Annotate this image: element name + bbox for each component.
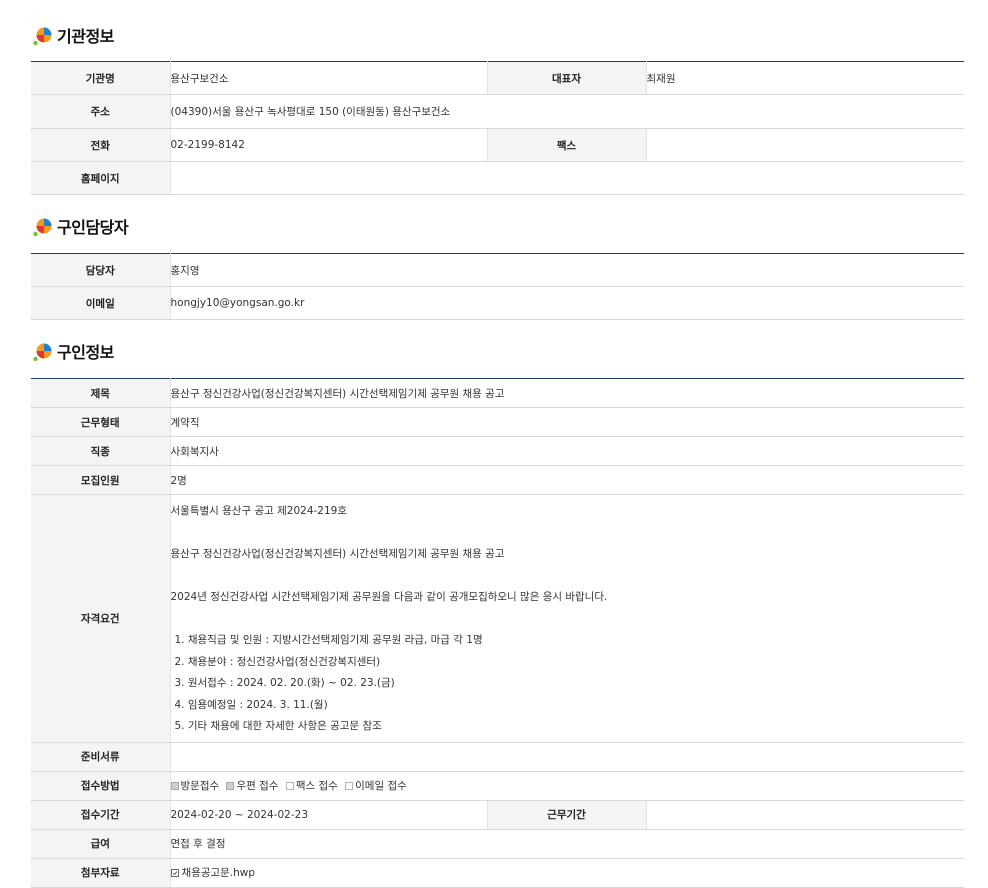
contact-person-label: 담당자 — [31, 253, 171, 287]
table-row: 직종 사회복지사 — [31, 436, 964, 466]
checkbox-checked-icon — [226, 781, 235, 790]
section-bullet-icon — [33, 343, 52, 362]
section-title-agency: 기관정보 — [32, 22, 114, 48]
section-title-text: 구인정보 — [57, 343, 114, 362]
headcount-label: 모집인원 — [31, 465, 171, 495]
required-docs-value — [170, 742, 964, 772]
table-row: 전화 02-2199-8142 팩스 — [31, 128, 964, 162]
list-item: 5. 기타 채용에 대한 자세한 사항은 공고문 참조 — [174, 720, 382, 732]
section-title-contact: 구인담당자 — [32, 213, 129, 239]
table-row: 담당자 홍지영 — [31, 253, 964, 287]
section-bullet-icon — [33, 27, 52, 46]
table-row: 접수기간 2024-02-20 ~ 2024-02-23 근무기간 — [31, 800, 964, 830]
method-label: 팩스 접수 — [295, 780, 338, 792]
notice-number: 서울특별시 용산구 공고 제2024-219호 — [170, 505, 347, 517]
fax-label: 팩스 — [487, 128, 647, 162]
salary-label: 급여 — [31, 829, 171, 859]
list-item: 1. 채용직급 및 인원 : 지방시간선택제임기제 공무원 라급, 마급 각 1… — [174, 634, 483, 646]
method-mail-checkbox[interactable]: 우편 접수 — [226, 778, 278, 793]
section-title-text: 기관정보 — [57, 27, 114, 46]
table-row: 근무형태 계약직 — [31, 407, 964, 437]
email-label: 이메일 — [31, 286, 171, 320]
table-row: 모집인원 2명 — [31, 465, 964, 495]
email-value[interactable]: hongjy10@yongsan.go.kr — [170, 286, 964, 320]
notice-intro: 2024년 정신건강사업 시간선택제임기제 공무원을 다음과 같이 공개모집하오… — [170, 591, 608, 603]
method-fax-checkbox[interactable]: 팩스 접수 — [285, 778, 338, 793]
address-label: 주소 — [31, 94, 171, 129]
table-row: 제목 용산구 정신건강사업(정신건강복지센터) 시간선택제임기제 공무원 채용 … — [31, 378, 964, 408]
job-category-value: 사회복지사 — [170, 436, 964, 466]
section-bullet-icon — [33, 218, 52, 237]
phone-label: 전화 — [31, 128, 171, 162]
headcount-value: 2명 — [170, 465, 964, 495]
attachment-file-link[interactable]: 채용공고문.hwp — [182, 867, 256, 879]
work-period-value — [646, 800, 964, 830]
contact-info-table: 담당자 홍지영 이메일 hongjy10@yongsan.go.kr — [31, 253, 964, 320]
section-title-text: 구인담당자 — [57, 218, 129, 237]
method-label: 이메일 접수 — [355, 780, 407, 792]
checkbox-unchecked-icon — [285, 781, 294, 790]
agency-name-label: 기관명 — [31, 61, 171, 95]
application-method-label: 접수방법 — [31, 771, 171, 801]
list-item: 2. 채용분야 : 정신건강사업(정신건강복지센터) — [174, 655, 381, 668]
file-icon — [170, 869, 179, 877]
table-row: 기관명 용산구보건소 대표자 최재원 — [31, 61, 964, 95]
homepage-label: 홈페이지 — [31, 161, 171, 195]
method-visit-checkbox[interactable]: 방문접수 — [170, 778, 220, 793]
table-row: 접수방법 방문접수 우편 접수 팩스 접수 이메일 접수 — [31, 771, 964, 801]
homepage-value[interactable] — [170, 161, 964, 195]
method-label: 우편 접수 — [236, 780, 279, 792]
fax-value — [646, 128, 964, 162]
attachment-value: 채용공고문.hwp — [170, 858, 964, 888]
method-email-checkbox[interactable]: 이메일 접수 — [345, 778, 407, 793]
table-row: 주소 (04390)서울 용산구 녹사평대로 150 (이태원동) 용산구보건소 — [31, 94, 964, 129]
work-type-value: 계약직 — [170, 407, 964, 437]
job-info-table: 제목 용산구 정신건강사업(정신건강복지센터) 시간선택제임기제 공무원 채용 … — [31, 378, 964, 888]
application-period-label: 접수기간 — [31, 800, 171, 830]
work-period-label: 근무기간 — [487, 800, 647, 830]
subject-label: 제목 — [31, 378, 171, 408]
list-item: 3. 원서접수 : 2024. 02. 20.(화) ~ 02. 23.(금) — [174, 677, 395, 689]
checkbox-unchecked-icon — [345, 781, 354, 790]
contact-person-value: 홍지영 — [170, 253, 964, 287]
phone-value: 02-2199-8142 — [170, 128, 488, 162]
application-method-value: 방문접수 우편 접수 팩스 접수 이메일 접수 — [170, 771, 964, 801]
table-row: 이메일 hongjy10@yongsan.go.kr — [31, 286, 964, 320]
qualifications-label: 자격요건 — [31, 494, 171, 743]
agency-name-value: 용산구보건소 — [170, 61, 488, 95]
checkbox-checked-icon — [170, 781, 179, 790]
job-category-label: 직종 — [31, 436, 171, 466]
attachment-label: 첨부자료 — [31, 858, 171, 888]
table-row: 홈페이지 — [31, 161, 964, 195]
address-value: (04390)서울 용산구 녹사평대로 150 (이태원동) 용산구보건소 — [170, 94, 964, 129]
agency-info-table: 기관명 용산구보건소 대표자 최재원 주소 (04390)서울 용산구 녹사평대… — [31, 61, 964, 195]
representative-label: 대표자 — [487, 61, 647, 95]
table-row: 자격요건 서울특별시 용산구 공고 제2024-219호 용산구 정신건강사업(… — [31, 494, 964, 743]
representative-value: 최재원 — [646, 61, 964, 95]
table-row: 준비서류 — [31, 742, 964, 772]
work-type-label: 근무형태 — [31, 407, 171, 437]
qualifications-value: 서울특별시 용산구 공고 제2024-219호 용산구 정신건강사업(정신건강복… — [170, 494, 964, 743]
table-row: 급여 면접 후 결정 — [31, 829, 964, 859]
section-title-job: 구인정보 — [32, 338, 114, 364]
application-period-value: 2024-02-20 ~ 2024-02-23 — [170, 800, 488, 830]
list-item: 4. 임용예정일 : 2024. 3. 11.(월) — [174, 698, 328, 711]
required-docs-label: 준비서류 — [31, 742, 171, 772]
method-label: 방문접수 — [180, 780, 220, 792]
salary-value: 면접 후 결정 — [170, 829, 964, 859]
table-row: 첨부자료 채용공고문.hwp — [31, 858, 964, 888]
notice-title: 용산구 정신건강사업(정신건강복지센터) 시간선택제임기제 공무원 채용 공고 — [170, 548, 505, 560]
subject-value: 용산구 정신건강사업(정신건강복지센터) 시간선택제임기제 공무원 채용 공고 — [170, 378, 964, 408]
